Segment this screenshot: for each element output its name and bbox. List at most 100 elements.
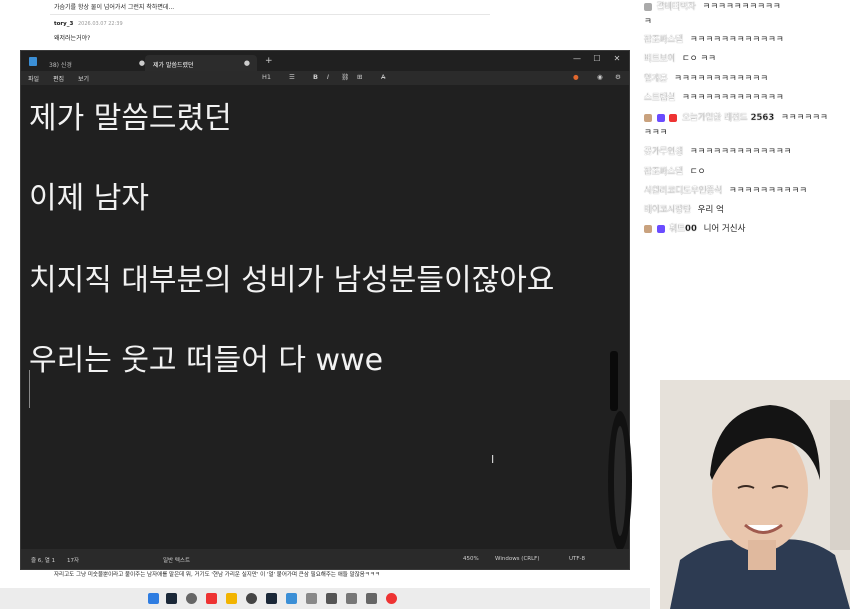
badge-icon [644,224,652,233]
editor-line-1: 제가 말씀드렸던 [29,101,232,136]
heart-badge-icon [669,113,678,122]
chat-username[interactable]: 갈비뼈먹자 [657,2,696,12]
chat-username[interactable]: 스트랩실 [644,93,675,103]
streamer-image [660,380,850,609]
chat-username[interactable]: 잠조파스텔 [644,167,683,177]
tab-inactive[interactable]: 38) 신경 ● [41,55,153,71]
chat-message: 임개훈 ㅋㅋㅋㅋㅋㅋㅋㅋㅋㅋㅋㅋ [644,72,768,84]
bold-button[interactable]: B [313,73,318,81]
menu-view[interactable]: 보기 [78,74,89,83]
minimize-button[interactable]: — [569,54,585,63]
notepad-window: 38) 신경 ● 제가 말씀드렸던 ● + — ☐ ✕ 파일 편집 보기 H1 … [20,50,632,570]
char-count: 17자 [67,558,80,564]
tab-active[interactable]: 제가 말씀드렸던 ● [145,55,257,71]
app-icon[interactable] [326,593,337,604]
settings-gear-icon[interactable]: ⚙ [615,73,621,81]
notepad-taskbar-icon[interactable] [286,593,297,604]
account-icon[interactable]: ◉ [597,73,603,81]
post-snippet: 가슴기를 항상 물이 넘어가서 그런지 착하면데... [54,4,175,11]
chat-text: ㅋㅋㅋㅋㅋㅋㅋㅋㅋㅋ [728,186,808,196]
menu-bar: 파일 편집 보기 H1 ☰ B I ⛓ ⊞ A̶ ● ◉ ⚙ [21,71,629,85]
divider [50,14,490,15]
comment-text: 왜저러는거야? [54,35,91,42]
chat-message: 스트랩실 ㅋㅋㅋㅋㅋㅋㅋㅋㅋㅋㅋㅋㅋ [644,91,784,103]
close-button[interactable]: ✕ [609,54,625,63]
notepad-app-icon [29,57,37,66]
comment-username[interactable]: tory_3 [54,21,73,27]
chat-message: 오늘가입한 레전드 2563 ㅋㅋㅋㅋㅋㅋ [644,111,828,123]
app-icon[interactable] [246,593,257,604]
tab-label: 38) 신경 [49,62,72,69]
unsaved-dot-icon[interactable]: ● [244,59,250,67]
start-icon[interactable] [148,593,159,604]
chat-text: 우리 억 [697,205,724,215]
menu-file[interactable]: 파일 [28,74,39,83]
folder-icon[interactable] [226,593,237,604]
title-bar: 38) 신경 ● 제가 말씀드렸던 ● + — ☐ ✕ [21,51,629,71]
text-caret [29,370,30,408]
chat-username[interactable]: 꽃가루인생 [644,147,683,157]
app-icon[interactable] [186,593,197,604]
table-icon[interactable]: ⊞ [357,73,362,81]
chat-message: 버트보이 ㄷㅇ ㅋㅋ [644,52,716,64]
chat-text: ㅋㅋㅋㅋㅋㅋㅋㅋㅋㅋㅋㅋ [674,74,769,84]
new-tab-plus-icon[interactable]: + [265,56,273,66]
chat-text: ㅋㅋㅋ [644,128,668,138]
chat-username[interactable]: 휘트00 [669,224,697,234]
menu-edit[interactable]: 편집 [53,74,64,83]
chrome-icon[interactable] [386,593,397,604]
maximize-button[interactable]: ☐ [589,54,605,63]
chat-message: 꽃가루인생 ㅋㅋㅋㅋㅋㅋㅋㅋㅋㅋㅋㅋㅋ [644,145,792,157]
link-icon[interactable]: ⛓ [341,73,349,81]
text-editor[interactable]: 제가 말씀드렸던 이제 남자 치지직 대부분의 성비가 남성분들이잖아요 우리는… [21,85,632,551]
chat-message: 베이코시팡탄 우리 억 [644,203,724,215]
windows-taskbar [0,588,650,609]
chat-username[interactable]: 버트보이 [644,54,675,64]
comment-date: 2026.03.07 22:39 [78,21,123,27]
clear-format-icon[interactable]: A̶ [381,73,385,81]
copilot-icon[interactable]: ● [573,73,579,81]
app-icon[interactable] [306,593,317,604]
chat-text: ㄷㅇ [689,167,706,177]
app-icon[interactable] [346,593,357,604]
chat-text: ㅋ [644,17,652,27]
list-icon[interactable]: ☰ [289,73,295,81]
chat-username[interactable]: 잠조파스텔 [644,35,683,45]
chat-message: ㅋ [644,15,652,27]
frying-pan-image [608,351,632,551]
chat-username[interactable]: 베이코시팡탄 [644,205,691,215]
chat-username[interactable]: 서원리코디도우인증식 [644,186,722,196]
tab-label: 제가 말씀드렸던 [153,62,194,69]
chat-message: 휘트00 니어 거신사 [644,222,745,234]
chat-text: ㅋㅋㅋㅋㅋㅋㅋㅋㅋㅋㅋㅋㅋ [689,147,792,157]
chat-text: ㅋㅋㅋㅋㅋㅋ [780,113,828,123]
chrome-icon[interactable] [206,593,217,604]
text-cursor-icon: I [491,453,495,466]
chat-message: 서원리코디도우인증식 ㅋㅋㅋㅋㅋㅋㅋㅋㅋㅋ [644,184,807,196]
chat-text: ㄷㅇ ㅋㅋ [681,54,716,64]
italic-button[interactable]: I [327,73,329,81]
chat-message: ㅋㅋㅋ [644,126,667,138]
chat-text: ㅋㅋㅋㅋㅋㅋㅋㅋㅋㅋㅋㅋ [689,35,784,45]
heading-dropdown[interactable]: H1 [262,73,271,81]
chat-username[interactable]: 오늘가입한 레전드 2563 [682,113,774,123]
editor-line-3: 치지직 대부분의 성비가 남성분들이잖아요 [29,263,555,298]
chat-message: 갈비뼈먹자 ㅋㅋㅋㅋㅋㅋㅋㅋㅋㅋ [644,0,781,12]
editor-line-2: 이제 남자 [29,181,149,216]
line-ending[interactable]: Windows (CRLF) [495,556,539,562]
webcam-overlay [660,380,850,609]
editor-line-4: 우리는 웃고 떠들어 다 wwe [29,343,384,378]
chat-message: 잠조파스텔 ㅋㅋㅋㅋㅋㅋㅋㅋㅋㅋㅋㅋ [644,33,784,45]
badge-icon [644,2,652,11]
steam-icon[interactable] [266,593,277,604]
app-icon[interactable] [366,593,377,604]
encoding[interactable]: UTF-8 [569,556,585,562]
steam-icon[interactable] [166,593,177,604]
subscriber-badge-icon [656,113,665,122]
text-format[interactable]: 일반 텍스트 [163,556,190,564]
bottom-comment-text: 자리고도 그냥 미숫물뿐이라고 불이주는 남자애를 말은데 뭐, 거기도 '현남… [54,572,380,578]
chat-username[interactable]: 임개훈 [644,74,668,84]
zoom-level[interactable]: 450% [463,556,479,562]
chat-text: 니어 거신사 [703,224,746,234]
cursor-position: 줄 6, 열 1 [31,558,56,564]
